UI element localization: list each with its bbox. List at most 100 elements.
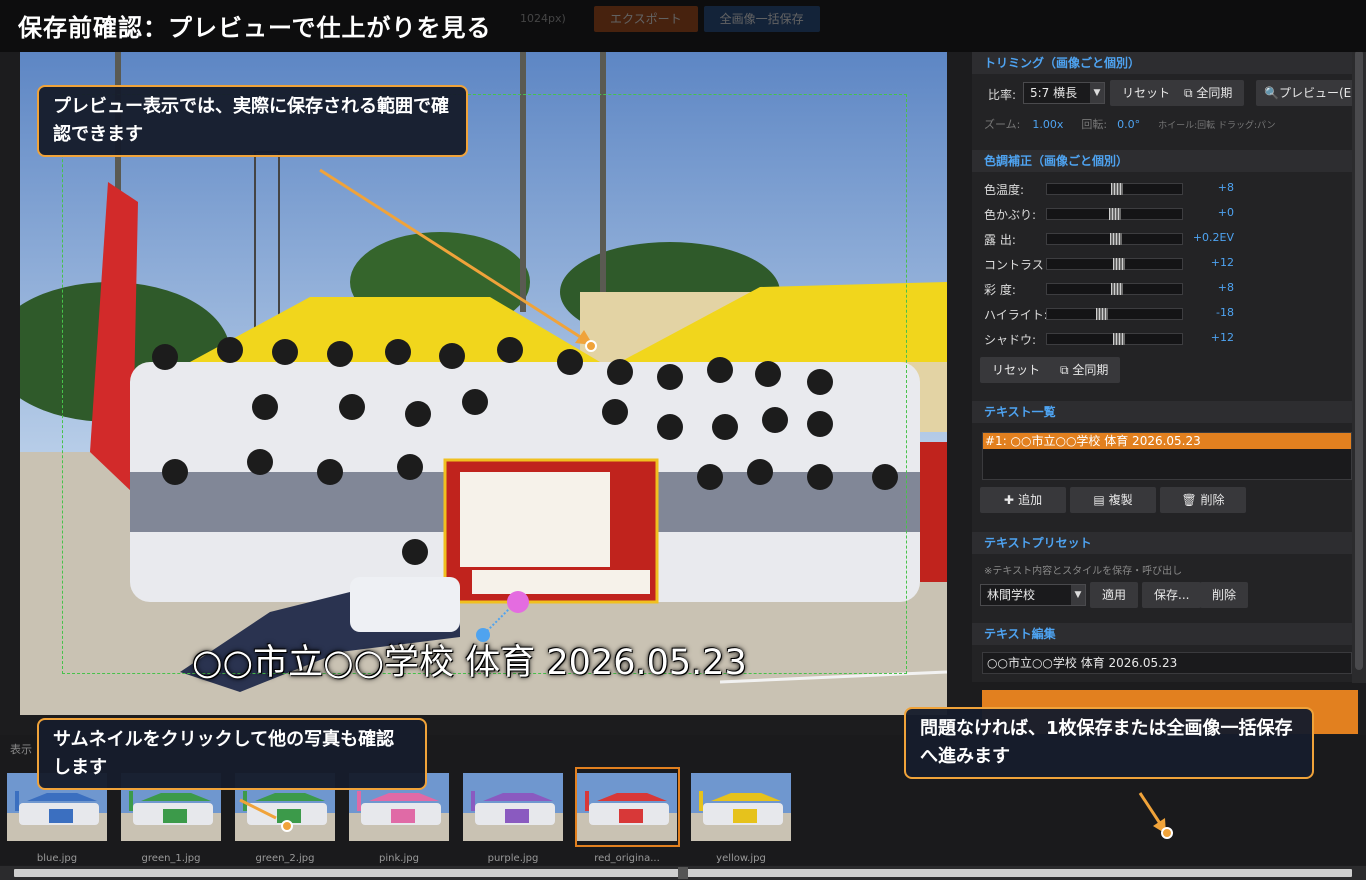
trim-sync-label: 全同期 [1196, 86, 1233, 100]
top-banner: 保存前確認：プレビューで仕上がりを見る 1024px) エクスポート 全画像一括… [0, 0, 1366, 52]
text-rotate-handle[interactable] [476, 628, 490, 642]
color-sync-all-button[interactable]: ⧉ 全同期 [1048, 357, 1121, 383]
slider-label: 色温度: [984, 183, 1025, 197]
slider-track[interactable] [1046, 283, 1183, 295]
preset-save-button[interactable]: 保存... [1142, 582, 1202, 608]
export-button[interactable]: エクスポート [594, 6, 698, 32]
slider-knob[interactable] [1096, 308, 1108, 320]
add-text-button[interactable]: ✚ 追加 [980, 487, 1066, 513]
trim-section-header: トリミング（画像ごと個別） [972, 52, 1352, 74]
thumbnail-name: blue.jpg [36, 853, 78, 864]
toolbar: エクスポート 全画像一括保存 [594, 6, 820, 32]
color-slider-row: 色温度: +8 [984, 180, 1344, 198]
slider-track[interactable] [1046, 308, 1183, 320]
slider-track[interactable] [1046, 333, 1183, 345]
thumbnail-image[interactable] [691, 773, 791, 841]
color-reset-button[interactable]: リセット [980, 357, 1053, 383]
slider-track[interactable] [1046, 258, 1183, 270]
preset-section-header: テキストプリセット [972, 532, 1352, 554]
color-slider-row: シャドウ: +12 [984, 330, 1344, 348]
sync-icon: ⧉ [1184, 86, 1197, 100]
callout-preview-text: プレビュー表示では、実際に保存される範囲で確認できます [53, 96, 449, 145]
duplicate-text-button[interactable]: ▤ 複製 [1070, 487, 1156, 513]
callout-thumbnail-text: サムネイルをクリックして他の写真も確認します [53, 729, 395, 778]
text-edit-input[interactable]: ○○市立○○学校 体育 2026.05.23 [982, 652, 1352, 674]
magnifier-icon: 🔍 [1264, 86, 1279, 100]
slider-knob[interactable] [1113, 258, 1125, 270]
slider-label: 露 出: [984, 233, 1016, 247]
trim-preview-label: プレビュー(Enter) [1278, 86, 1352, 100]
thumbnail-item[interactable]: yellow.jpg [691, 773, 791, 864]
text-list-item[interactable]: #1: ○○市立○○学校 体育 2026.05.23 [983, 433, 1351, 449]
ratio-select[interactable]: 5:7 横長 ▼ [1023, 82, 1105, 104]
slider-knob[interactable] [1109, 208, 1121, 220]
slider-label: 彩 度: [984, 283, 1016, 297]
slider-value: +8 [1217, 281, 1234, 294]
panel-scrollbar[interactable] [1352, 40, 1366, 683]
banner-title: 保存前確認：プレビューで仕上がりを見る [18, 14, 492, 42]
preset-delete-label: 削除 [1212, 588, 1237, 602]
sync-icon: ⧉ [1060, 363, 1073, 377]
slider-track[interactable] [1046, 208, 1183, 220]
ratio-label: 比率: [988, 88, 1017, 102]
trim-status-row: ズーム: 1.00x 回転: 0.0° ホイール:回転 ドラッグ:パン [984, 116, 1276, 132]
edit-section-header: テキスト編集 [972, 623, 1352, 645]
slider-value: +0.2EV [1192, 231, 1234, 244]
preset-select[interactable]: 林間学校 ▼ [980, 584, 1086, 606]
delete-text-button[interactable]: 🗑 削除 [1160, 487, 1246, 513]
slider-knob[interactable] [1113, 333, 1125, 345]
color-sync-label: 全同期 [1072, 363, 1109, 377]
crop-guide[interactable] [62, 94, 907, 674]
slider-knob[interactable] [1111, 283, 1123, 295]
text-list[interactable]: #1: ○○市立○○学校 体育 2026.05.23 [982, 432, 1352, 480]
duplicate-text-label: 複製 [1108, 493, 1133, 507]
preset-apply-label: 適用 [1102, 588, 1127, 602]
trim-preview-button[interactable]: 🔍プレビュー(Enter) [1256, 80, 1352, 106]
panel-scrollbar-thumb[interactable] [1355, 50, 1363, 670]
scrollbar-thumb[interactable] [678, 867, 688, 879]
save-all-label: 全画像一括保存 [719, 12, 804, 26]
chevron-down-icon: ▼ [1071, 585, 1085, 605]
text-position-handle[interactable] [507, 591, 529, 613]
slider-label: 色かぶり: [984, 208, 1037, 222]
callout-dot-preview [585, 340, 597, 352]
thumbnail-item[interactable]: purple.jpg [463, 773, 563, 864]
preset-delete-button[interactable]: 削除 [1200, 582, 1249, 608]
slider-value: +0 [1217, 206, 1234, 219]
chevron-down-icon: ▼ [1090, 83, 1104, 103]
callout-dot-thumb [281, 820, 293, 832]
preset-apply-button[interactable]: 適用 [1090, 582, 1139, 608]
color-slider-row: コントラスト: +12 [984, 255, 1344, 273]
export-label: エクスポート [610, 12, 682, 26]
slider-track[interactable] [1046, 233, 1183, 245]
color-slider-row: 彩 度: +8 [984, 280, 1344, 298]
trim-hint: ホイール:回転 ドラッグ:パン [1158, 120, 1276, 131]
save-all-button[interactable]: 全画像一括保存 [703, 6, 820, 32]
slider-label: ハイライト: [984, 308, 1048, 322]
zoom-label: ズーム: [984, 118, 1021, 131]
callout-dot-save [1161, 827, 1173, 839]
plus-icon: ✚ [1003, 493, 1019, 507]
slider-knob[interactable] [1110, 233, 1122, 245]
horizontal-scrollbar[interactable] [0, 866, 1366, 880]
color-slider-row: 露 出: +0.2EV [984, 230, 1344, 248]
slider-track[interactable] [1046, 183, 1183, 195]
thumbnail-name: green_1.jpg [141, 853, 201, 864]
trim-reset-label: リセット [1122, 86, 1171, 100]
copy-icon: ▤ [1093, 493, 1109, 507]
color-reset-label: リセット [992, 363, 1041, 377]
callout-save-text: 問題なければ、1枚保存または全画像一括保存へ進みます [920, 718, 1293, 767]
overlay-text[interactable]: ○○市立○○学校 体育 2026.05.23 [192, 634, 747, 685]
thumbnail-name: pink.jpg [379, 853, 419, 864]
thumbnail-name: purple.jpg [487, 853, 539, 864]
slider-value: +8 [1217, 181, 1234, 194]
slider-value: -18 [1216, 306, 1234, 319]
add-text-label: 追加 [1018, 493, 1043, 507]
thumbnail-name: green_2.jpg [255, 853, 315, 864]
color-slider-row: ハイライト: -18 [984, 305, 1344, 323]
thumbnail-name: yellow.jpg [716, 853, 766, 864]
slider-knob[interactable] [1111, 183, 1123, 195]
callout-preview: プレビュー表示では、実際に保存される範囲で確認できます [37, 85, 468, 157]
trim-sync-all-button[interactable]: ⧉ 全同期 [1172, 80, 1245, 106]
thumbnail-image[interactable] [463, 773, 563, 841]
